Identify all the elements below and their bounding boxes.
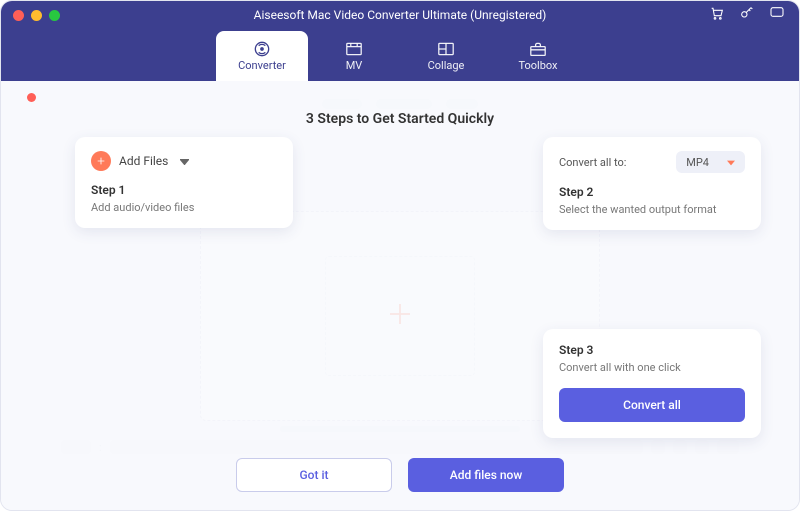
main-area: : 3 Steps to Get Started Quickly Add Fil…	[1, 81, 799, 510]
overlay-close-button[interactable]	[27, 93, 36, 102]
step-2-desc: Select the wanted output format	[559, 203, 745, 216]
got-it-button[interactable]: Got it	[236, 458, 392, 492]
add-plus-icon	[91, 151, 111, 171]
step-2-card: Convert all to: MP4 Step 2 Select the wa…	[543, 137, 761, 230]
feedback-icon[interactable]	[769, 5, 785, 25]
tab-mv[interactable]: MV	[308, 31, 400, 81]
maximize-window-button[interactable]	[49, 10, 60, 21]
app-title: Aiseesoft Mac Video Converter Ultimate (…	[254, 8, 547, 22]
overlay-buttons: Got it Add files now	[236, 458, 564, 492]
tab-collage-label: Collage	[428, 59, 465, 72]
add-files-button[interactable]: Add Files	[91, 151, 277, 171]
nav-bar: Converter MV Collage Toolbox	[1, 29, 799, 81]
step-1-label: Step 1	[91, 183, 277, 197]
step-3-label: Step 3	[559, 343, 745, 357]
converter-icon	[252, 41, 272, 57]
window-controls	[1, 10, 60, 21]
app-window: Aiseesoft Mac Video Converter Ultimate (…	[0, 0, 800, 511]
triangle-down-icon	[727, 156, 735, 169]
step-1-card: Add Files Step 1 Add audio/video files	[75, 137, 293, 228]
cart-icon[interactable]	[709, 5, 725, 25]
close-window-button[interactable]	[13, 10, 24, 21]
add-files-label: Add Files	[119, 154, 168, 168]
overlay-title: 3 Steps to Get Started Quickly	[306, 111, 494, 127]
title-actions	[709, 5, 799, 25]
step-3-card: Step 3 Convert all with one click Conver…	[543, 329, 761, 438]
output-format-value: MP4	[686, 156, 709, 169]
step-3-desc: Convert all with one click	[559, 361, 745, 374]
collage-icon	[436, 41, 456, 57]
tab-converter[interactable]: Converter	[216, 31, 308, 81]
tab-mv-label: MV	[346, 59, 363, 72]
step-2-label: Step 2	[559, 185, 745, 199]
step-1-desc: Add audio/video files	[91, 201, 277, 214]
key-icon[interactable]	[739, 5, 755, 25]
toolbox-icon	[528, 41, 548, 57]
onboarding-overlay: 3 Steps to Get Started Quickly Add Files…	[1, 81, 799, 510]
minimize-window-button[interactable]	[31, 10, 42, 21]
tab-toolbox[interactable]: Toolbox	[492, 31, 584, 81]
mv-icon	[344, 41, 364, 57]
convert-all-to-label: Convert all to:	[559, 156, 626, 169]
tab-collage[interactable]: Collage	[400, 31, 492, 81]
convert-all-button[interactable]: Convert all	[559, 388, 745, 422]
title-bar: Aiseesoft Mac Video Converter Ultimate (…	[1, 1, 799, 29]
add-files-now-button[interactable]: Add files now	[408, 458, 564, 492]
chevron-down-icon	[180, 154, 189, 168]
output-format-select[interactable]: MP4	[676, 151, 745, 173]
tab-toolbox-label: Toolbox	[518, 59, 557, 72]
tab-converter-label: Converter	[238, 59, 286, 72]
